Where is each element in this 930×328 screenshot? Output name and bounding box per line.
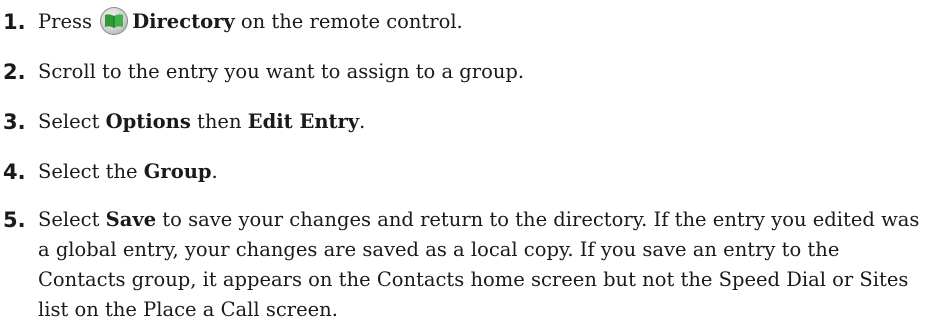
options-label: Options	[105, 110, 191, 133]
step-text-lead: Select	[38, 208, 106, 231]
group-label: Group	[143, 160, 212, 183]
step-text-tail: on the remote control.	[234, 10, 463, 33]
step-text: Select the Group.	[38, 157, 923, 187]
step-text-lead: Press	[38, 10, 99, 33]
step-text-tail: .	[359, 110, 366, 133]
step-text: Scroll to the entry you want to assign t…	[38, 60, 525, 83]
directory-book-icon	[100, 7, 129, 35]
step-number: 1.	[3, 10, 26, 34]
directory-button-label: Directory	[132, 10, 235, 33]
step-text-tail: .	[211, 160, 218, 183]
step-text: Press Directory on the remote control.	[38, 7, 923, 37]
step-text-lead: Select the	[38, 160, 144, 183]
step-number: 3.	[3, 110, 26, 134]
step-number: 4.	[3, 160, 26, 184]
step-text-lead: Select	[38, 110, 106, 133]
step-text: Select Save to save your changes and ret…	[38, 205, 923, 325]
step-number: 5.	[3, 208, 26, 232]
step-text-tail: to save your changes and return to the d…	[38, 208, 920, 321]
save-label: Save	[105, 208, 157, 231]
step-text-middle: then	[190, 110, 248, 133]
step-text: Select Options then Edit Entry.	[38, 107, 923, 137]
step-number: 2.	[3, 60, 26, 84]
edit-entry-label: Edit Entry	[247, 110, 360, 133]
